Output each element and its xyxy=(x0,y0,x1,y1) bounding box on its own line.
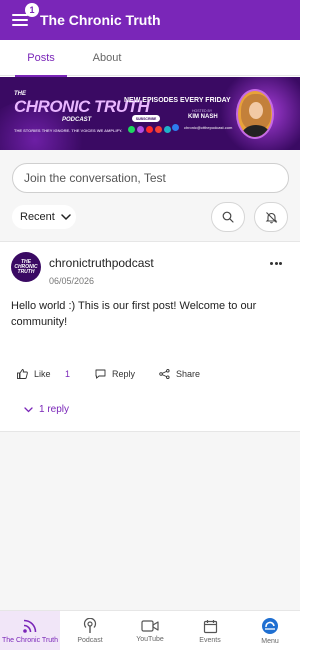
chevron-down-icon xyxy=(24,406,33,412)
banner-logo-podcast: PODCAST xyxy=(62,117,92,123)
banner-subscribe-label: SUBSCRIBE xyxy=(132,115,160,122)
speech-bubble-icon xyxy=(95,369,106,379)
reply-label: Reply xyxy=(112,369,136,379)
microphone-icon xyxy=(83,618,97,633)
app-title: The Chronic Truth xyxy=(40,12,161,28)
email-icon xyxy=(172,124,179,131)
banner-episodes-text: NEW EPISODES EVERY FRIDAY xyxy=(124,97,231,104)
tab-posts[interactable]: Posts xyxy=(0,40,82,77)
apple-podcasts-icon xyxy=(137,126,144,133)
search-icon xyxy=(222,211,234,223)
search-button[interactable] xyxy=(211,202,245,232)
like-count[interactable]: 1 xyxy=(65,369,95,379)
menu-button[interactable]: 1 xyxy=(8,3,39,32)
host-photo xyxy=(236,89,274,139)
nav-events[interactable]: Events xyxy=(180,611,240,650)
banner-host-name: KIM NASH xyxy=(188,114,218,120)
podcast-app-icon xyxy=(164,126,171,133)
thumbs-up-icon xyxy=(17,369,28,379)
author-avatar[interactable]: THE CHRONIC TRUTH xyxy=(11,252,41,282)
nav-the-chronic-truth[interactable]: The Chronic Truth xyxy=(0,611,60,650)
replies-label: 1 reply xyxy=(39,404,70,415)
nav-label: Podcast xyxy=(77,637,103,644)
post-date: 06/05/2026 xyxy=(49,276,95,286)
sort-dropdown[interactable]: Recent xyxy=(12,205,76,229)
chevron-down-icon xyxy=(61,213,71,220)
pocketcasts-icon xyxy=(155,126,162,133)
post-actions: Like 1 Reply Share xyxy=(17,367,200,381)
nav-podcast[interactable]: Podcast xyxy=(60,611,120,650)
compose-area: Join the conversation, Test Recent xyxy=(0,150,300,241)
post-body: Hello world :) This is our first post! W… xyxy=(11,300,257,328)
nav-label: Events xyxy=(199,636,221,644)
youtube-icon xyxy=(146,126,153,133)
sort-label: Recent xyxy=(20,211,55,223)
replies-toggle[interactable]: 1 reply xyxy=(24,404,69,415)
compose-input[interactable]: Join the conversation, Test xyxy=(12,163,289,193)
bottom-navigation: The Chronic Truth Podcast YouTube Events xyxy=(0,610,300,650)
hamburger-icon xyxy=(12,14,28,26)
reply-button[interactable]: Reply xyxy=(95,369,159,379)
calendar-icon xyxy=(203,619,217,633)
share-label: Share xyxy=(176,369,201,379)
nav-menu[interactable]: Menu xyxy=(240,611,300,650)
spotify-icon xyxy=(128,126,135,133)
banner-email: chronic@ctthepodcast.com xyxy=(184,125,233,130)
post-author[interactable]: chronictruthpodcast xyxy=(49,256,154,270)
post-card: THE CHRONIC TRUTH chronictruthpodcast 06… xyxy=(0,241,300,432)
platform-icons xyxy=(128,126,171,133)
podcast-banner: THE CHRONIC TRUTH PODCAST THE STORIES TH… xyxy=(0,77,300,150)
nav-label: Menu xyxy=(261,638,279,645)
nav-label: The Chronic Truth xyxy=(1,637,59,644)
like-button[interactable]: Like xyxy=(17,369,65,379)
nav-label: YouTube xyxy=(136,636,164,643)
feed-empty-area xyxy=(0,432,300,610)
share-icon xyxy=(159,369,170,379)
video-icon xyxy=(141,620,159,632)
like-label: Like xyxy=(34,369,51,379)
share-button[interactable]: Share xyxy=(159,369,200,379)
banner-hosted-by: HOSTED BY xyxy=(192,109,213,113)
notification-badge: 1 xyxy=(25,3,39,17)
podcast-feed-icon xyxy=(23,619,37,633)
nav-youtube[interactable]: YouTube xyxy=(120,611,180,650)
app-bar: 1 The Chronic Truth xyxy=(0,0,300,40)
tab-about[interactable]: About xyxy=(82,40,132,76)
tab-bar: Posts About xyxy=(0,40,300,77)
app-logo-icon xyxy=(262,618,278,634)
bell-off-icon xyxy=(265,211,277,223)
notifications-off-button[interactable] xyxy=(254,202,288,232)
more-options-icon[interactable] xyxy=(270,260,282,266)
banner-tagline: THE STORIES THEY IGNORE. THE VOICES WE A… xyxy=(14,128,123,133)
